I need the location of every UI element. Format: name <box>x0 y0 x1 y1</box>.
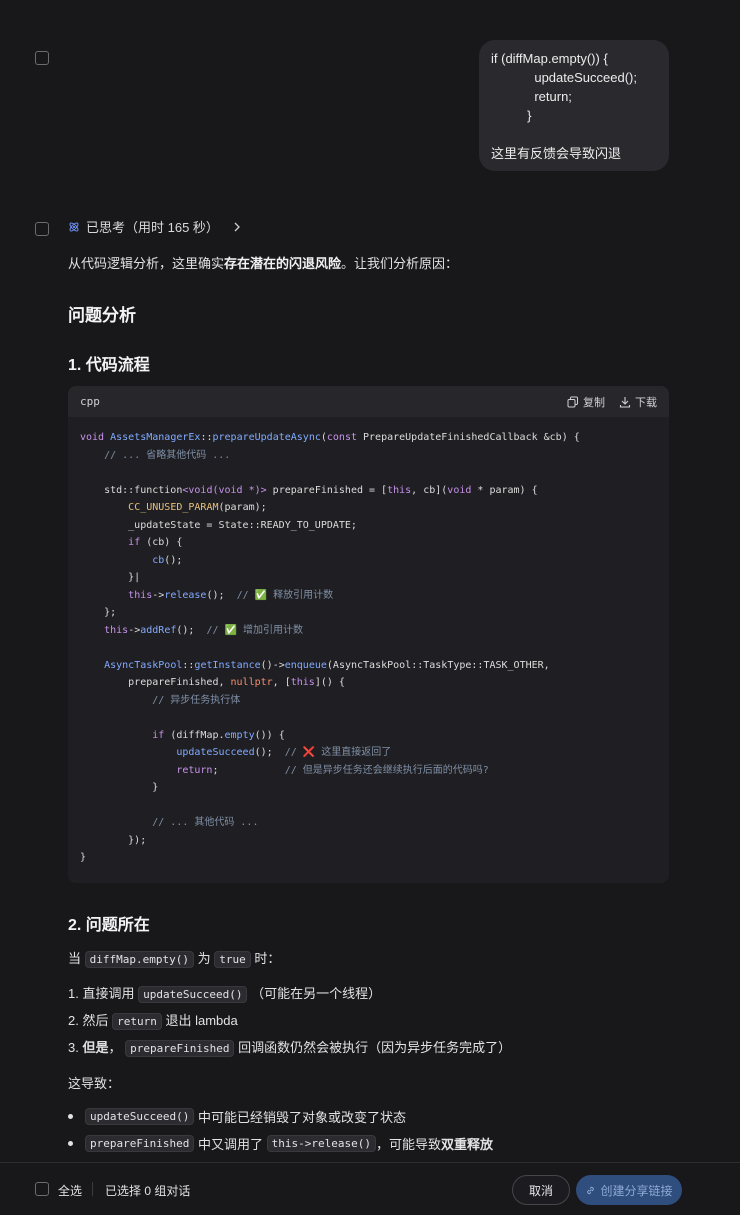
text: 为 <box>197 951 211 966</box>
create-share-link-button[interactable]: 创建分享链接 <box>576 1175 682 1205</box>
copy-button[interactable]: 复制 <box>567 394 605 410</box>
inline-code: this->release() <box>266 1135 376 1152</box>
text: 直接调用 <box>82 986 135 1001</box>
intro-emphasis: 存在潜在的闪退风险 <box>224 256 342 271</box>
inline-code: updateSucceed() <box>138 986 248 1003</box>
text: 当 <box>68 951 82 966</box>
selected-count: 已选择 0 组对话 <box>105 1184 191 1198</box>
text: 回调函数仍然会被执行（因为异步任务完成了） <box>238 1040 512 1055</box>
copy-icon <box>567 396 578 407</box>
user-message-line: return; <box>491 89 572 104</box>
code-language: cpp <box>80 395 100 408</box>
code-content: void AssetsManagerEx::prepareUpdateAsync… <box>80 432 580 863</box>
bullet-dot <box>68 1114 73 1119</box>
share-label: 创建分享链接 <box>600 1183 673 1198</box>
list-item: 1. 直接调用 updateSucceed() （可能在另一个线程） <box>68 983 382 1003</box>
text: 退出 lambda <box>165 1013 238 1028</box>
user-message-bubble: if (diffMap.empty()) { updateSucceed(); … <box>479 40 669 171</box>
text: 然后 <box>82 1013 109 1028</box>
user-message-line <box>491 125 657 144</box>
select-all-label[interactable]: 全选 <box>58 1182 82 1199</box>
causes-label: 这导致： <box>68 1076 121 1091</box>
user-message-line: if (diffMap.empty()) { <box>491 51 608 66</box>
list-item: 2. 然后 return 退出 lambda <box>68 1010 238 1030</box>
user-message-line: updateSucceed(); <box>491 70 637 85</box>
copy-label: 复制 <box>583 396 605 409</box>
list-number: 2. <box>68 1013 79 1028</box>
inline-code: updateSucceed() <box>85 1108 195 1125</box>
user-message-line: 这里有反馈会导致闪退 <box>491 146 622 161</box>
selection-footer: 全选 已选择 0 组对话 取消 创建分享链接 <box>0 1162 740 1215</box>
chevron-right-icon <box>233 222 241 232</box>
list-item: 3. 但是， prepareFinished 回调函数仍然会被执行（因为异步任务… <box>68 1037 512 1057</box>
heading-problem-analysis: 问题分析 <box>68 306 136 325</box>
divider <box>92 1182 93 1196</box>
heading-problem-location: 2. 问题所在 <box>68 917 150 934</box>
text: （可能在另一个线程） <box>251 986 382 1001</box>
intro-text: 。让我们分析原因： <box>341 256 459 271</box>
user-message-line: } <box>491 108 532 123</box>
message-checkbox[interactable] <box>35 51 49 65</box>
intro-text: 从代码逻辑分析，这里确实 <box>68 256 225 271</box>
inline-code: prepareFinished <box>85 1135 195 1152</box>
bullet-dot <box>68 1141 73 1146</box>
text: 中又调用了 <box>197 1137 263 1152</box>
text: 中可能已经销毁了对象或改变了状态 <box>197 1110 406 1125</box>
heading-code-flow: 1. 代码流程 <box>68 357 150 374</box>
inline-code: true <box>214 951 251 968</box>
inline-code: diffMap.empty() <box>84 951 194 968</box>
text: 时： <box>254 951 281 966</box>
cancel-button[interactable]: 取消 <box>512 1175 570 1205</box>
thinking-label: 已思考（用时 165 秒） <box>86 220 219 235</box>
link-icon <box>587 1186 595 1194</box>
code-block: cpp 复制 下载 void AssetsManagerEx::prepareU… <box>68 386 669 883</box>
download-button[interactable]: 下载 <box>619 394 657 410</box>
code-block-header: cpp 复制 下载 <box>68 386 669 417</box>
download-icon <box>619 396 631 408</box>
select-all-checkbox[interactable] <box>35 1182 49 1196</box>
text: ，可能导致 <box>375 1137 441 1152</box>
inline-code: prepareFinished <box>125 1040 235 1057</box>
list-number: 1. <box>68 986 79 1001</box>
message-checkbox[interactable] <box>35 222 49 236</box>
emphasis: 但是 <box>82 1040 109 1055</box>
inline-code: return <box>112 1013 162 1030</box>
condition-line: 当 diffMap.empty() 为 true 时： <box>68 948 281 968</box>
bullet-item: updateSucceed() 中可能已经销毁了对象或改变了状态 <box>68 1107 406 1126</box>
bullet-item: prepareFinished 中又调用了 this->release() ，可能… <box>68 1134 493 1153</box>
answer-intro: 从代码逻辑分析，这里确实存在潜在的闪退风险。让我们分析原因： <box>68 253 458 272</box>
thinking-toggle[interactable]: 已思考（用时 165 秒） <box>68 217 241 236</box>
text: ， <box>108 1040 122 1055</box>
list-number: 3. <box>68 1040 79 1055</box>
atom-icon <box>68 221 80 233</box>
emphasis: 双重释放 <box>440 1137 493 1152</box>
download-label: 下载 <box>635 396 657 409</box>
